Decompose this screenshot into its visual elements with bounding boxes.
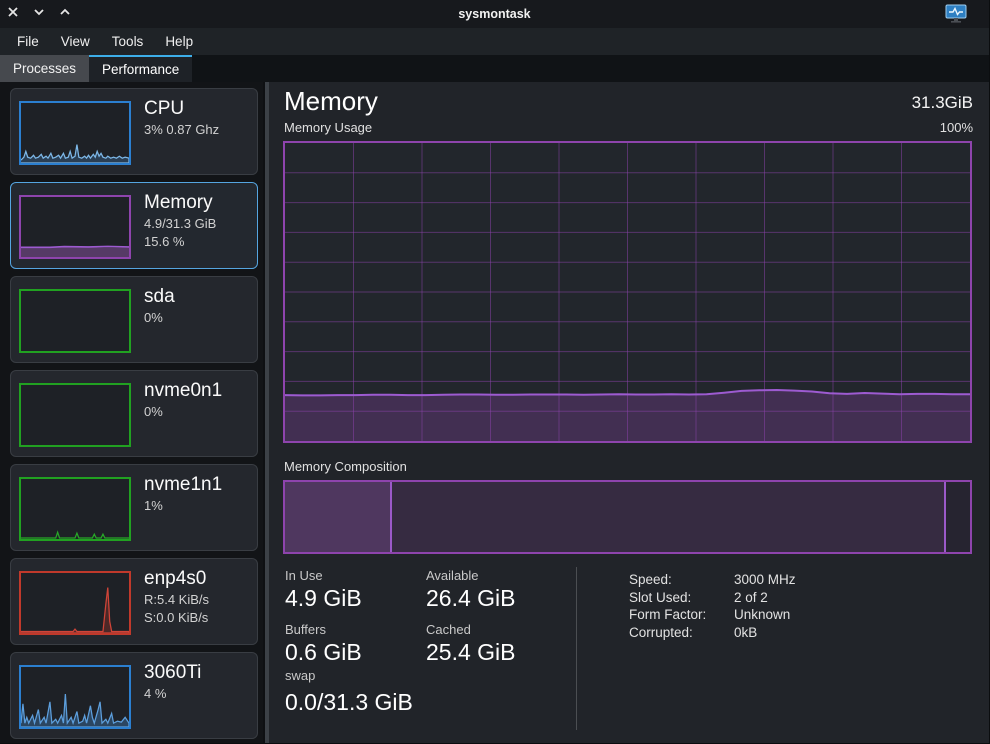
sidebar-item-nvme0n1[interactable]: nvme0n1 0% (10, 370, 258, 457)
memory-panel: Memory 31.3GiB Memory Usage 100% Memory … (269, 82, 990, 744)
window-title: sysmontask (0, 7, 989, 21)
titlebar: sysmontask (0, 0, 989, 28)
composition-label: Memory Composition (284, 459, 407, 474)
detail-row: Slot Used: 2 of 2 (629, 589, 796, 607)
detail-value-speed: 3000 MHz (734, 571, 796, 589)
sidebar-item-name: CPU (144, 97, 219, 121)
sidebar-item-cpu[interactable]: CPU 3% 0.87 Ghz (10, 88, 258, 175)
tab-bar: Processes Performance (0, 55, 989, 82)
sidebar-item-name: Memory (144, 191, 216, 215)
panel-title: Memory (284, 86, 378, 117)
memory-composition-bar (283, 480, 972, 554)
stat-label-buffers: Buffers (285, 622, 426, 637)
memory-sparkline (19, 195, 131, 259)
tab-processes[interactable]: Processes (0, 55, 89, 82)
sidebar-item-stat: 4 % (144, 685, 201, 703)
memory-usage-graph (283, 141, 972, 443)
detail-label-corrupted: Corrupted: (629, 624, 734, 642)
detail-label-form-factor: Form Factor: (629, 606, 734, 624)
stat-value-in-use: 4.9 GiB (285, 585, 426, 612)
sidebar-item-3060ti[interactable]: 3060Ti 4 % (10, 652, 258, 739)
app-window: sysmontask File View Tools Help Processe… (0, 0, 990, 744)
stats-divider (576, 567, 577, 730)
sidebar-item-stat: S:0.0 KiB/s (144, 609, 209, 627)
sidebar-item-nvme1n1[interactable]: nvme1n1 1% (10, 464, 258, 551)
nvme1n1-sparkline (19, 477, 131, 541)
detail-value-form-factor: Unknown (734, 606, 790, 624)
composition-segment-free (946, 482, 970, 552)
performance-sidebar: CPU 3% 0.87 Ghz Memory 4.9/31.3 GiB 15.6… (0, 82, 262, 744)
sidebar-item-stat: 4.9/31.3 GiB (144, 215, 216, 233)
menu-file[interactable]: File (6, 30, 50, 53)
menu-view[interactable]: View (50, 30, 101, 53)
sidebar-item-stat: 0% (144, 403, 222, 421)
sidebar-item-name: nvme0n1 (144, 379, 222, 403)
composition-segment-in-use (285, 482, 392, 552)
detail-value-slot-used: 2 of 2 (734, 589, 768, 607)
sidebar-item-enp4s0[interactable]: enp4s0 R:5.4 KiB/s S:0.0 KiB/s (10, 558, 258, 645)
sidebar-item-name: enp4s0 (144, 567, 209, 591)
composition-segment-cached (392, 482, 946, 552)
usage-scale-max: 100% (940, 120, 973, 135)
detail-value-corrupted: 0kB (734, 624, 757, 642)
stat-label-cached: Cached (426, 622, 586, 637)
usage-graph-label: Memory Usage (284, 120, 372, 135)
stat-label-available: Available (426, 568, 586, 583)
sidebar-item-sda[interactable]: sda 0% (10, 276, 258, 363)
sidebar-item-stat: 0% (144, 309, 175, 327)
gpu-sparkline (19, 665, 131, 729)
detail-label-slot-used: Slot Used: (629, 589, 734, 607)
memory-details: Speed: 3000 MHz Slot Used: 2 of 2 Form F… (629, 571, 796, 641)
sidebar-item-name: 3060Ti (144, 661, 201, 685)
sidebar-item-stat: 3% 0.87 Ghz (144, 121, 219, 139)
detail-label-speed: Speed: (629, 571, 734, 589)
stat-value-swap: 0.0/31.3 GiB (285, 689, 413, 716)
nvme0n1-sparkline (19, 383, 131, 447)
memory-stats: In Use Available 4.9 GiB 26.4 GiB Buffer… (285, 568, 586, 676)
cpu-sparkline (19, 101, 131, 165)
swap-stats: swap 0.0/31.3 GiB (285, 668, 413, 716)
menu-help[interactable]: Help (154, 30, 204, 53)
detail-row: Form Factor: Unknown (629, 606, 796, 624)
app-icon (945, 4, 967, 24)
sidebar-item-stat: 1% (144, 497, 222, 515)
menubar: File View Tools Help (0, 28, 989, 55)
content-area: CPU 3% 0.87 Ghz Memory 4.9/31.3 GiB 15.6… (0, 82, 990, 744)
menu-tools[interactable]: Tools (101, 30, 155, 53)
total-capacity: 31.3GiB (912, 93, 973, 113)
sidebar-item-stat: 15.6 % (144, 233, 216, 251)
sidebar-item-name: nvme1n1 (144, 473, 222, 497)
tab-performance[interactable]: Performance (89, 55, 192, 82)
sidebar-item-stat: R:5.4 KiB/s (144, 591, 209, 609)
sidebar-item-memory[interactable]: Memory 4.9/31.3 GiB 15.6 % (10, 182, 258, 269)
stat-value-buffers: 0.6 GiB (285, 639, 426, 666)
stat-label-swap: swap (285, 668, 413, 683)
detail-row: Speed: 3000 MHz (629, 571, 796, 589)
stat-label-in-use: In Use (285, 568, 426, 583)
detail-row: Corrupted: 0kB (629, 624, 796, 642)
enp4s0-sparkline (19, 571, 131, 635)
stat-value-available: 26.4 GiB (426, 585, 586, 612)
stat-value-cached: 25.4 GiB (426, 639, 586, 666)
sda-sparkline (19, 289, 131, 353)
sidebar-item-name: sda (144, 285, 175, 309)
